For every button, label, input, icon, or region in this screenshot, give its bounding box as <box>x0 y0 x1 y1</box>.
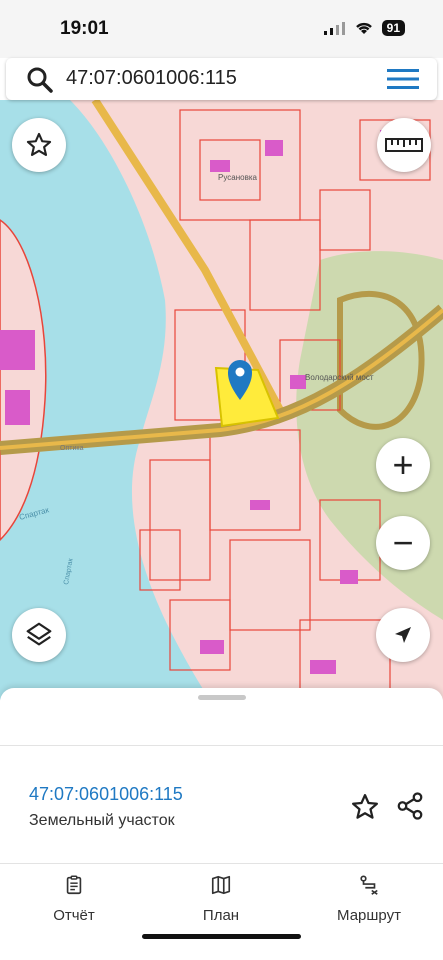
battery-indicator: 91 <box>381 20 405 36</box>
map-canvas[interactable]: Русановка Володарский мост Спартак Оптик… <box>0 100 443 700</box>
favorite-button[interactable] <box>12 118 66 172</box>
map-label-bridge: Володарский мост <box>305 373 374 382</box>
status-time: 19:01 <box>60 18 109 39</box>
ruler-button[interactable] <box>377 118 431 172</box>
map-label-street: Оптика <box>60 445 84 452</box>
menu-icon[interactable] <box>387 68 419 90</box>
search-input[interactable]: 47:07:0601006:115 <box>66 67 237 90</box>
favorite-star-icon[interactable] <box>350 792 380 822</box>
layers-icon <box>26 622 52 646</box>
signal-icon <box>323 22 345 35</box>
tab-plan[interactable]: План <box>166 874 276 924</box>
status-icons: 91 <box>323 20 405 36</box>
sheet-handle[interactable] <box>198 695 246 700</box>
ruler-icon <box>385 138 423 152</box>
wifi-icon <box>355 22 372 34</box>
layers-button[interactable] <box>12 608 66 662</box>
navigation-arrow-icon <box>395 627 411 643</box>
map-icon <box>211 875 231 895</box>
search-bar[interactable]: 47:07:0601006:115 <box>6 58 437 100</box>
parcel-number-link[interactable]: 47:07:0601006:115 <box>29 784 183 805</box>
divider <box>0 863 443 864</box>
share-icon[interactable] <box>395 791 425 821</box>
star-icon <box>26 132 52 156</box>
route-icon <box>360 875 378 895</box>
report-icon <box>66 875 82 895</box>
plus-icon: + <box>392 444 414 485</box>
my-location-button[interactable] <box>376 608 430 662</box>
tab-route[interactable]: Маршрут <box>314 874 424 924</box>
tab-report[interactable]: Отчёт <box>19 874 129 924</box>
status-bar: 19:01 91 <box>0 0 443 58</box>
map-view[interactable]: Русановка Володарский мост Спартак Оптик… <box>0 100 443 700</box>
parcel-bottom-sheet[interactable]: 47:07:0601006:115 Земельный участок Отчё… <box>0 688 443 960</box>
parcel-type: Земельный участок <box>29 812 175 829</box>
map-label-district: Русановка <box>218 173 257 182</box>
zoom-in-button[interactable]: + <box>376 438 430 492</box>
tab-route-label: Маршрут <box>337 907 401 924</box>
divider <box>0 745 443 746</box>
search-icon[interactable] <box>26 66 54 94</box>
home-indicator <box>142 934 301 939</box>
tab-report-label: Отчёт <box>53 907 95 924</box>
minus-icon: − <box>392 522 414 563</box>
zoom-out-button[interactable]: − <box>376 516 430 570</box>
tab-plan-label: План <box>202 907 240 924</box>
